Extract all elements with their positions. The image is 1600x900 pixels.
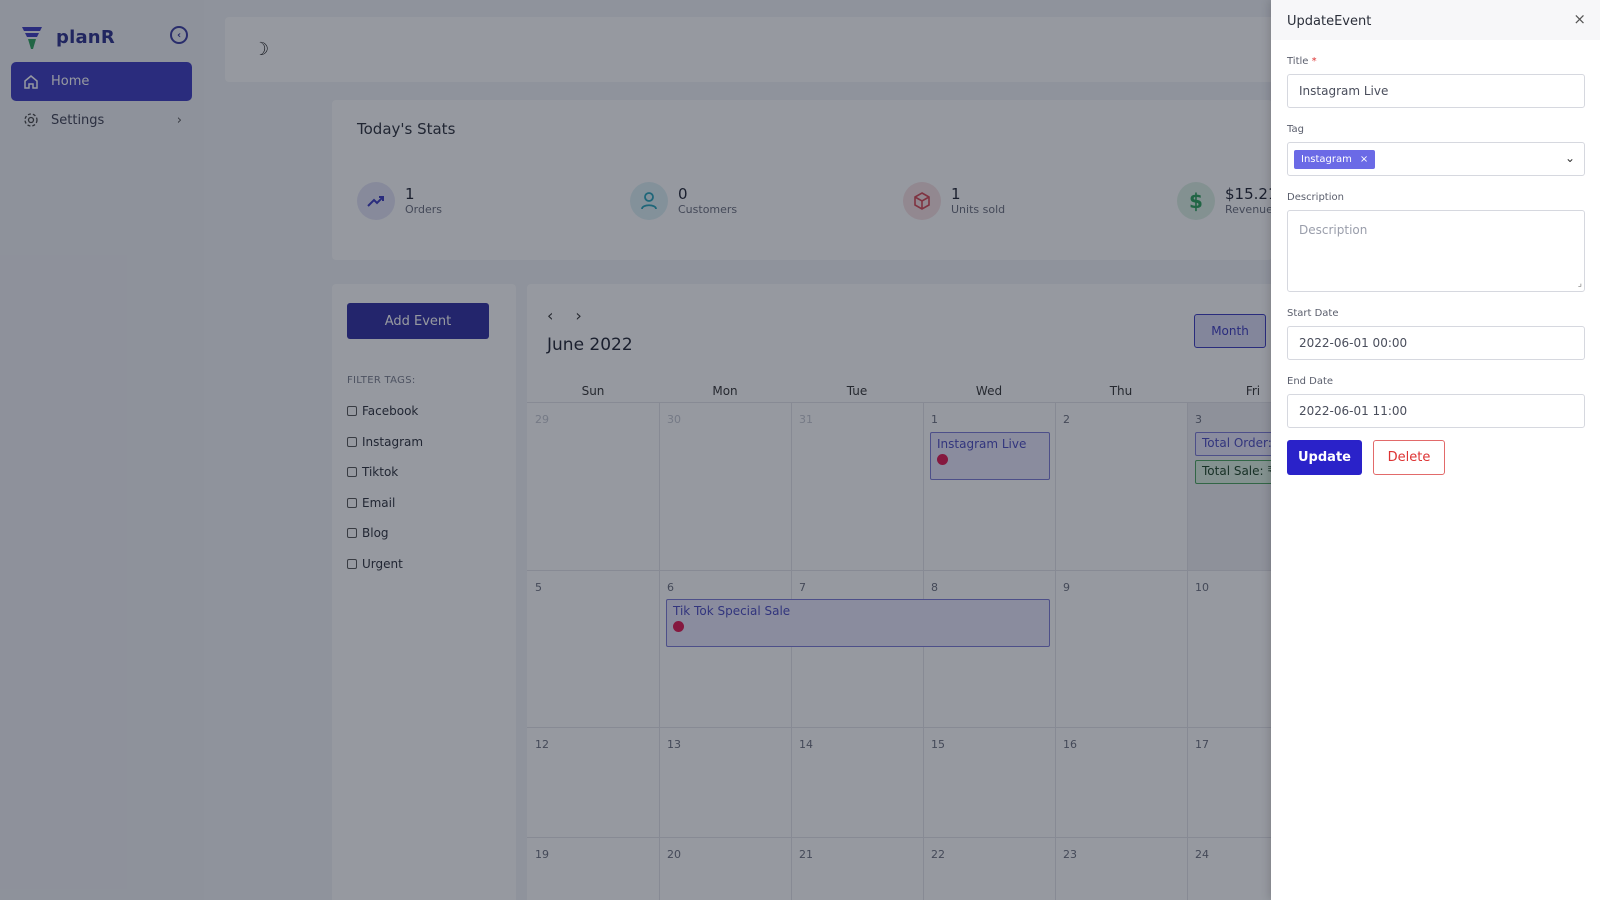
tag-chip: Instagram × [1294, 149, 1376, 169]
start-date-input[interactable]: 2022-06-01 00:00 [1287, 326, 1585, 360]
tag-chip-label: Instagram [1301, 153, 1352, 165]
update-button[interactable]: Update [1287, 440, 1362, 475]
drawer-title: UpdateEvent [1287, 14, 1372, 29]
title-input[interactable]: Instagram Live [1287, 74, 1585, 108]
description-label: Description [1287, 192, 1344, 203]
title-label: Title * [1287, 56, 1317, 67]
description-placeholder: Description [1299, 223, 1368, 237]
chevron-down-icon[interactable]: ⌄ [1565, 151, 1575, 165]
close-icon[interactable]: × [1573, 10, 1586, 28]
delete-button[interactable]: Delete [1373, 440, 1445, 475]
drawer-header: UpdateEvent × [1271, 0, 1600, 40]
tag-select[interactable]: Instagram × ⌄ [1287, 142, 1585, 176]
end-date-label: End Date [1287, 376, 1334, 387]
start-date-label: Start Date [1287, 308, 1339, 319]
description-textarea[interactable]: Description ⌟ [1287, 210, 1585, 292]
tag-label: Tag [1287, 124, 1304, 135]
resize-handle-icon[interactable]: ⌟ [1578, 279, 1582, 289]
end-date-input[interactable]: 2022-06-01 11:00 [1287, 394, 1585, 428]
update-event-drawer: UpdateEvent × Title * Instagram Live Tag… [1271, 0, 1600, 900]
remove-tag-icon[interactable]: × [1360, 154, 1368, 165]
